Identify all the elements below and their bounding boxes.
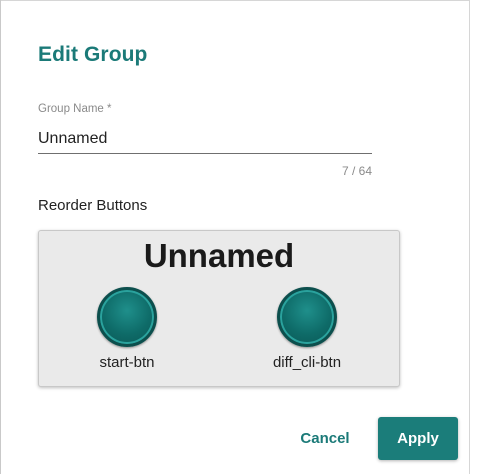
dialog-border-top xyxy=(0,0,470,1)
reorder-item-label: diff_cli-btn xyxy=(272,354,342,371)
dialog-border-right xyxy=(469,0,470,474)
button-group-panel: Unnamed start-btn diff_cli-btn xyxy=(38,230,400,387)
reorder-item-label: start-btn xyxy=(99,354,155,371)
reorder-item-start-btn[interactable]: start-btn xyxy=(62,287,192,371)
reorder-buttons-label: Reorder Buttons xyxy=(38,197,148,214)
group-name-label: Group Name * xyxy=(38,103,112,115)
cancel-button[interactable]: Cancel xyxy=(291,421,359,457)
apply-button[interactable]: Apply xyxy=(378,417,458,460)
dialog-title: Edit Group xyxy=(38,43,148,66)
group-title: Unnamed xyxy=(143,237,295,274)
edit-group-dialog: Edit Group Group Name * 7 / 64 Reorder B… xyxy=(0,0,483,474)
reorder-item-diff-cli-btn[interactable]: diff_cli-btn xyxy=(242,287,372,371)
round-button-icon[interactable] xyxy=(97,287,157,347)
character-counter: 7 / 64 xyxy=(341,164,372,178)
group-name-input[interactable] xyxy=(38,124,372,154)
round-button-icon[interactable] xyxy=(277,287,337,347)
dialog-border-left xyxy=(0,0,1,474)
